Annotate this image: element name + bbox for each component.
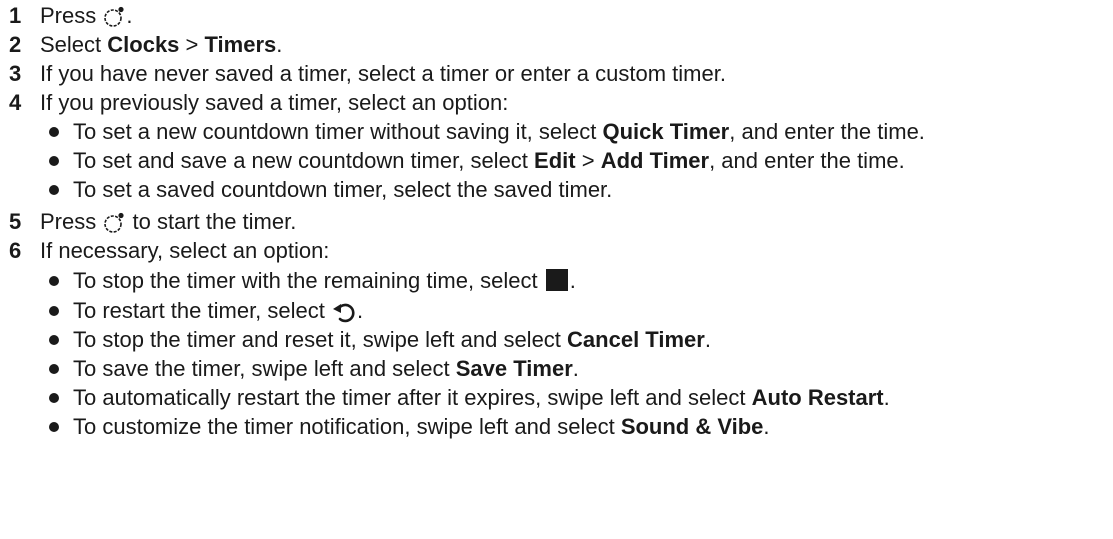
step-number: 5 xyxy=(9,209,22,234)
menu-clocks: Clocks xyxy=(107,32,180,57)
step-number: 1 xyxy=(9,3,22,28)
watch-button-icon xyxy=(102,211,126,235)
bullet xyxy=(49,156,59,166)
watch-button-icon xyxy=(102,5,126,29)
bullet xyxy=(49,335,59,345)
step-number: 4 xyxy=(9,90,22,115)
bullet xyxy=(49,276,59,286)
step-text: If necessary, select an option: xyxy=(40,238,330,263)
stop-icon xyxy=(545,269,568,291)
bullet xyxy=(49,422,59,432)
step-text: If you previously saved a timer, select … xyxy=(40,90,509,115)
step-number: 3 xyxy=(9,61,22,86)
bullet xyxy=(49,364,59,374)
bullet xyxy=(49,185,59,195)
step-text: If you have never saved a timer, select … xyxy=(40,61,726,86)
instructions: 1 Press . 2 Select Clocks > Timers. 3 If… xyxy=(9,3,925,439)
restart-icon xyxy=(331,300,357,324)
bullet xyxy=(49,393,59,403)
step-number: 2 xyxy=(9,32,22,57)
bullet xyxy=(49,127,59,137)
step-number: 6 xyxy=(9,238,22,263)
menu-timers: Timers xyxy=(204,32,277,57)
bullet xyxy=(49,306,59,316)
step-text: Press xyxy=(40,3,97,28)
